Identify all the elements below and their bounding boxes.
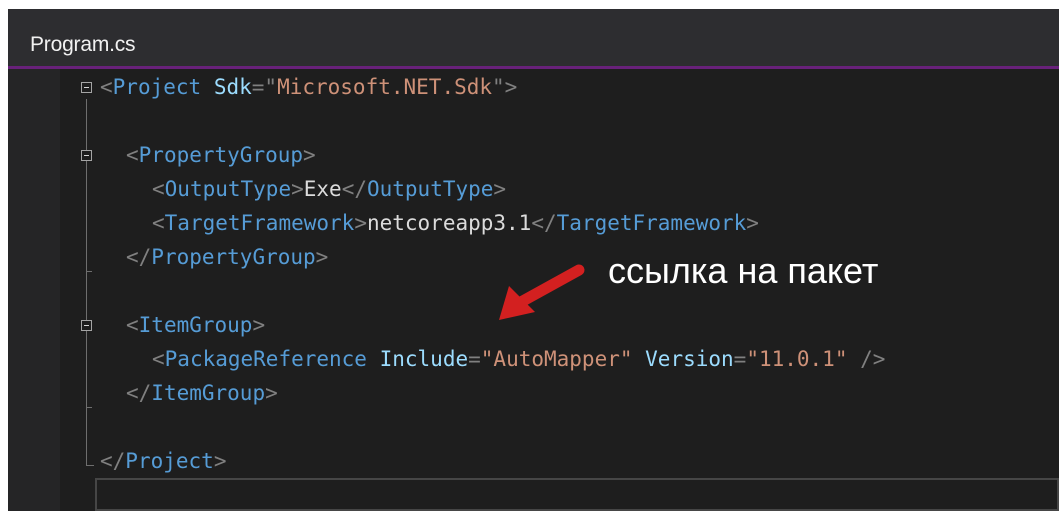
code-line-9: <PackageReference Include="AutoMapper" V…: [152, 347, 886, 371]
tab-bar: Program.cs: [8, 9, 1059, 69]
code-line-5: <TargetFramework>netcoreapp3.1</TargetFr…: [152, 211, 759, 235]
collapse-itemgroup-icon[interactable]: [81, 320, 92, 331]
collapse-project-icon[interactable]: [81, 82, 92, 93]
editor-window: Program.cs <Project Sdk="Microsoft.NET.S…: [8, 9, 1059, 511]
fold-guide-end-itemgroup: [86, 407, 92, 408]
collapse-propertygroup-icon[interactable]: [81, 150, 92, 161]
arrow-pointer-icon: [499, 264, 585, 320]
editor-gutter: [8, 69, 60, 511]
code-line-4: <OutputType>Exe</OutputType>: [152, 177, 507, 201]
code-line-3: <PropertyGroup>: [126, 143, 316, 167]
fold-guide-end-propertygroup: [86, 271, 92, 272]
tab-program-cs[interactable]: Program.cs: [30, 33, 136, 57]
code-line-8: <ItemGroup>: [126, 313, 266, 337]
current-line-highlight: [95, 478, 1059, 511]
fold-guide-end-project: [86, 465, 94, 466]
code-line-1: <Project Sdk="Microsoft.NET.Sdk">: [100, 75, 518, 99]
code-line-10: </ItemGroup>: [126, 381, 278, 405]
code-line-12: </Project>: [100, 449, 227, 473]
annotation-label: ссылка на пакет: [608, 250, 879, 291]
code-line-6: </PropertyGroup>: [126, 245, 329, 269]
